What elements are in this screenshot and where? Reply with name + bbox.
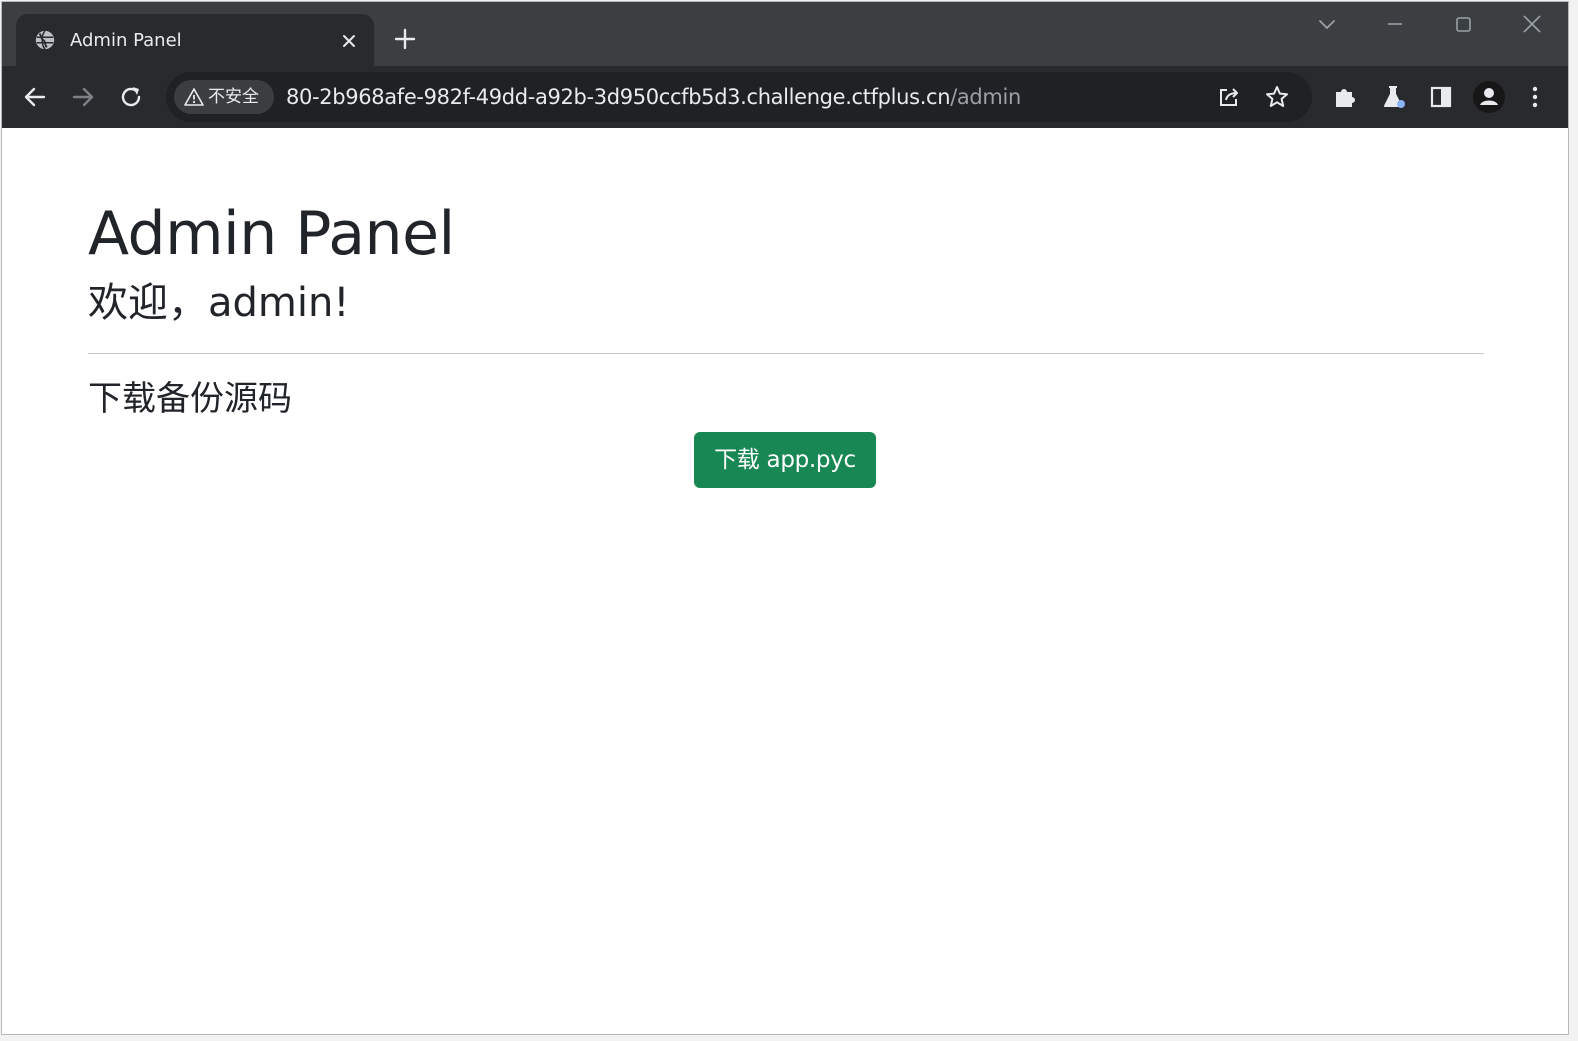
side-panel-icon[interactable] [1426,82,1456,112]
security-label: 不安全 [208,87,259,107]
browser-window: Admin Panel 不安全 80-2b968afe-982f-49dd-a9… [2,2,1568,1034]
url-text[interactable]: 80-2b968afe-982f-49dd-a92b-3d950ccfb5d3.… [286,84,1021,110]
flask-icon[interactable] [1378,82,1408,112]
address-bar[interactable]: 不安全 80-2b968afe-982f-49dd-a92b-3d950ccfb… [166,72,1312,122]
tab-title: Admin Panel [70,30,182,51]
browser-tab[interactable]: Admin Panel [16,14,374,68]
section-title: 下载备份源码 [88,379,292,419]
warning-icon [184,88,204,106]
reload-icon[interactable] [116,82,146,112]
download-button[interactable]: 下载 app.pyc [694,432,876,488]
profile-icon[interactable] [1472,80,1506,114]
page-content: Admin Panel 欢迎，admin! 下载备份源码 下载 app.pyc [2,128,1568,1034]
star-icon[interactable] [1264,84,1290,110]
close-window-icon[interactable] [1519,12,1545,38]
puzzle-icon[interactable] [1330,82,1360,112]
plus-icon[interactable] [392,26,418,52]
security-chip[interactable]: 不安全 [174,80,274,114]
forward-arrow-icon[interactable] [68,82,98,112]
share-icon[interactable] [1216,84,1242,110]
tab-strip: Admin Panel [2,2,1568,68]
maximize-icon[interactable] [1450,12,1476,38]
tab-search-icon[interactable] [1314,12,1340,38]
browser-toolbar: 不安全 80-2b968afe-982f-49dd-a92b-3d950ccfb… [2,66,1568,128]
globe-icon [35,30,55,50]
welcome-heading: 欢迎，admin! [88,280,350,326]
close-icon[interactable] [338,30,360,52]
divider [88,353,1484,354]
page-title: Admin Panel [88,199,455,269]
kebab-menu-icon[interactable] [1520,82,1550,112]
minimize-icon[interactable] [1382,12,1408,38]
url-path: /admin [950,85,1021,109]
url-host: 80-2b968afe-982f-49dd-a92b-3d950ccfb5d3.… [286,85,951,109]
back-arrow-icon[interactable] [20,82,50,112]
